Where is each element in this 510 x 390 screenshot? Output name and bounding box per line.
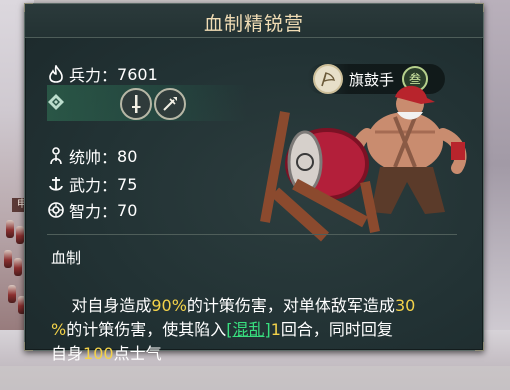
force-stat: 武力 ： 75 xyxy=(47,172,137,196)
command-value: 80 xyxy=(117,146,138,166)
sword-icon[interactable] xyxy=(120,88,152,120)
commander-icon xyxy=(47,147,65,165)
panel-title: 血制精锐营 xyxy=(203,13,304,35)
intellect-label: 智力 xyxy=(69,202,102,221)
skill-desc-part: 点士气 xyxy=(113,344,162,363)
command-label: 统帅 xyxy=(69,148,102,167)
force-value: 75 xyxy=(117,174,138,194)
panel-title-bar: 血制精锐营 xyxy=(25,4,483,38)
troops-stat: 兵力 ： 7601 xyxy=(47,62,158,86)
unit-tooltip-panel: 血制精锐营 兵力 ： 7601 统帅 ： 80 武力 ： 75 智力 ： 70 … xyxy=(24,3,484,363)
flame-icon xyxy=(47,65,65,83)
skill-desc-highlight: 90% xyxy=(151,296,187,315)
command-stat: 统帅 ： 80 xyxy=(47,144,137,168)
drummer-illustration xyxy=(260,85,467,242)
intellect-value: 70 xyxy=(117,200,138,220)
troops-value: 7601 xyxy=(117,64,158,84)
force-separator: ： xyxy=(101,176,118,195)
command-separator: ： xyxy=(101,148,118,167)
intellect-stat: 智力 ： 70 xyxy=(47,198,137,222)
panel-corner-ornament xyxy=(24,342,33,351)
troops-separator: ： xyxy=(101,66,118,85)
panel-corner-ornament xyxy=(24,3,33,12)
force-label: 武力 xyxy=(69,176,102,195)
skill-desc-part: 对自身造成 xyxy=(71,296,152,315)
skill-desc-highlight: 100 xyxy=(83,344,114,363)
skill-desc-part: 的计策伤害，对单体敌军造成 xyxy=(186,296,395,315)
anchor-icon xyxy=(47,175,65,193)
troops-label: 兵力 xyxy=(69,66,102,85)
skill-desc-part: 的计策伤害，使其陷入 xyxy=(66,320,227,339)
panel-corner-ornament xyxy=(475,3,484,12)
skill-name: 血制 xyxy=(51,249,82,267)
spear-icon[interactable] xyxy=(154,88,186,120)
skill-description: 对自身造成90%的计策伤害，对单体敌军造成30 %的计策伤害，使其陷入[混乱]1… xyxy=(51,270,475,390)
brain-icon xyxy=(47,201,65,219)
section-divider xyxy=(47,234,457,235)
background-right-scene xyxy=(480,0,510,366)
status-effect-link[interactable]: [混乱] xyxy=(226,320,271,339)
skill-desc-highlight: 1 xyxy=(270,320,281,339)
intellect-separator: ： xyxy=(101,202,118,221)
panel-corner-ornament xyxy=(475,342,484,351)
